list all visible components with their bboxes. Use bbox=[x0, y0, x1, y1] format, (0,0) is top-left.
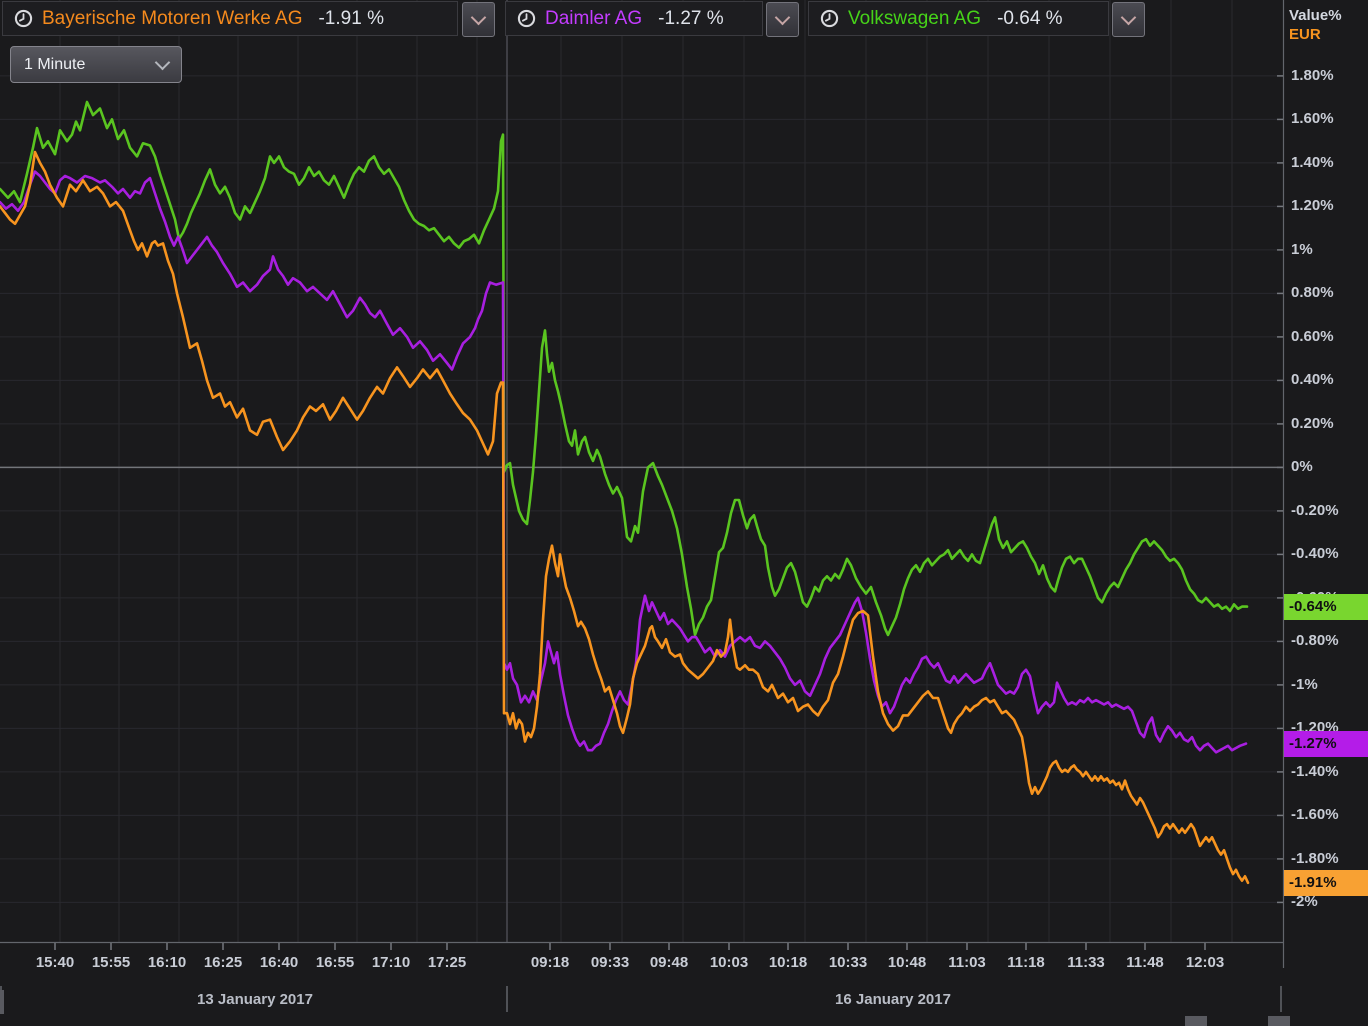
interval-label: 1 Minute bbox=[24, 56, 85, 74]
y-tick-label: 1.20% bbox=[1291, 196, 1334, 216]
y-tick-label: 0.60% bbox=[1291, 327, 1334, 347]
y-tick-label: -0.80% bbox=[1291, 631, 1339, 651]
security-change: -0.64 % bbox=[997, 8, 1062, 30]
y-tick-label: -1.40% bbox=[1291, 762, 1339, 782]
x-tick-label: 12:03 bbox=[1177, 954, 1233, 971]
y-tick-label: 0.40% bbox=[1291, 370, 1334, 390]
y-tick-label: 0% bbox=[1291, 457, 1313, 477]
y-tick-label: -1.60% bbox=[1291, 805, 1339, 825]
x-tick-label: 17:10 bbox=[363, 954, 419, 971]
security-name: Daimler AG bbox=[545, 8, 642, 30]
chart-plot-area[interactable] bbox=[0, 0, 1368, 1026]
price-badge: -0.64% bbox=[1284, 594, 1368, 620]
x-tick-label: 15:40 bbox=[27, 954, 83, 971]
x-tick-label: 11:48 bbox=[1117, 954, 1173, 971]
date-label: 13 January 2017 bbox=[145, 991, 365, 1008]
x-tick-label: 16:40 bbox=[251, 954, 307, 971]
x-tick-label: 16:55 bbox=[307, 954, 363, 971]
y-tick-label: 1.40% bbox=[1291, 153, 1334, 173]
chevron-down-icon bbox=[1121, 9, 1137, 25]
x-tick-label: 16:25 bbox=[195, 954, 251, 971]
x-tick-label: 11:33 bbox=[1058, 954, 1114, 971]
value-axis-title: Value% bbox=[1289, 7, 1342, 24]
series-line-volkswagen-ag bbox=[0, 102, 1247, 635]
tab-security-bmw[interactable]: Bayerische Motoren Werke AG -1.91 % bbox=[2, 1, 458, 36]
y-tick-label: -1% bbox=[1291, 675, 1318, 695]
x-tick-label: 10:33 bbox=[820, 954, 876, 971]
y-tick-label: 0.20% bbox=[1291, 414, 1334, 434]
scrollbar-fragment[interactable] bbox=[1268, 1016, 1290, 1026]
trading-chart-window: Bayerische Motoren Werke AG -1.91 % Daim… bbox=[0, 0, 1368, 1026]
clock-icon bbox=[820, 9, 839, 28]
security-name: Bayerische Motoren Werke AG bbox=[42, 8, 302, 30]
security-dropdown-button-bmw[interactable] bbox=[462, 2, 495, 37]
date-label: 16 January 2017 bbox=[783, 991, 1003, 1008]
x-tick-label: 09:33 bbox=[582, 954, 638, 971]
security-change: -1.91 % bbox=[318, 8, 383, 30]
chevron-down-icon bbox=[471, 9, 487, 25]
security-dropdown-button-daimler[interactable] bbox=[766, 2, 799, 37]
x-tick-label: 11:18 bbox=[998, 954, 1054, 971]
y-tick-label: 1.80% bbox=[1291, 66, 1334, 86]
x-tick-label: 17:25 bbox=[419, 954, 475, 971]
interval-dropdown[interactable]: 1 Minute bbox=[10, 46, 182, 83]
y-tick-label: -1.80% bbox=[1291, 849, 1339, 869]
security-dropdown-button-volkswagen[interactable] bbox=[1112, 2, 1145, 37]
clock-icon bbox=[517, 9, 536, 28]
price-badge: -1.91% bbox=[1284, 870, 1368, 896]
chevron-down-icon bbox=[155, 55, 171, 71]
tab-security-daimler[interactable]: Daimler AG -1.27 % bbox=[505, 1, 763, 36]
y-tick-label: 0.80% bbox=[1291, 283, 1334, 303]
x-tick-label: 11:03 bbox=[939, 954, 995, 971]
x-tick-label: 10:48 bbox=[879, 954, 935, 971]
y-tick-label: 1.60% bbox=[1291, 109, 1334, 129]
security-name: Volkswagen AG bbox=[848, 8, 981, 30]
x-tick-label: 09:18 bbox=[522, 954, 578, 971]
security-change: -1.27 % bbox=[658, 8, 723, 30]
tab-security-volkswagen[interactable]: Volkswagen AG -0.64 % bbox=[808, 1, 1109, 36]
y-tick-label: -0.40% bbox=[1291, 544, 1339, 564]
price-badge: -1.27% bbox=[1284, 731, 1368, 757]
chevron-down-icon bbox=[775, 9, 791, 25]
scrollbar-fragment[interactable] bbox=[0, 990, 4, 1014]
x-tick-label: 10:03 bbox=[701, 954, 757, 971]
x-tick-label: 09:48 bbox=[641, 954, 697, 971]
x-tick-label: 16:10 bbox=[139, 954, 195, 971]
y-tick-label: 1% bbox=[1291, 240, 1313, 260]
series-line-daimler-ag bbox=[0, 172, 1246, 753]
y-tick-label: -0.20% bbox=[1291, 501, 1339, 521]
clock-icon bbox=[14, 9, 33, 28]
value-axis-currency: EUR bbox=[1289, 26, 1321, 43]
x-tick-label: 10:18 bbox=[760, 954, 816, 971]
scrollbar-fragment[interactable] bbox=[1185, 1016, 1207, 1026]
x-tick-label: 15:55 bbox=[83, 954, 139, 971]
